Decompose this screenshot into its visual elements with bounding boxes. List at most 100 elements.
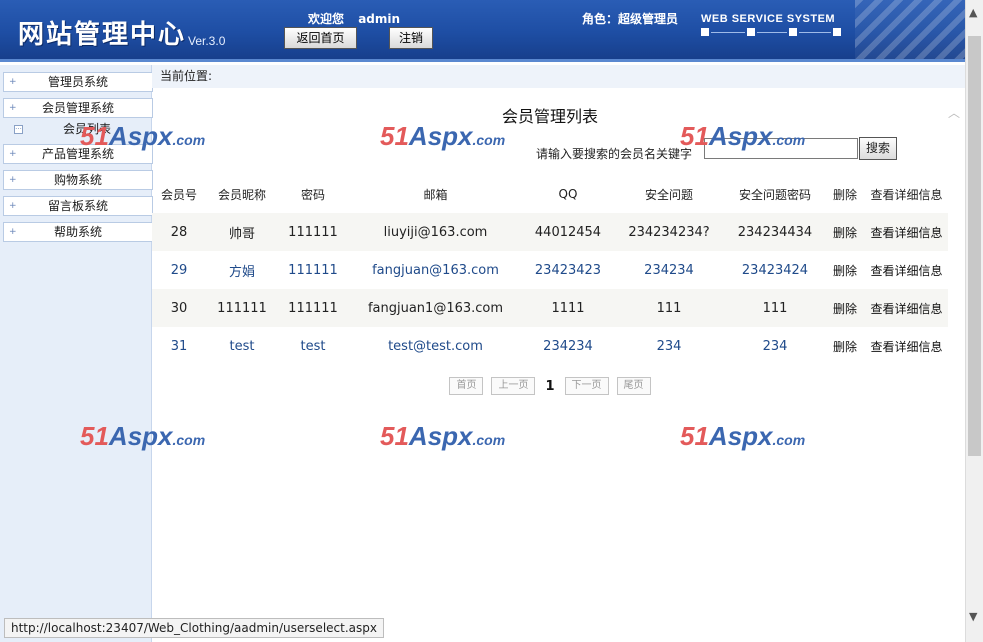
tree-node-icon: ··· — [14, 125, 23, 134]
logout-button[interactable]: 注销 — [389, 27, 433, 49]
cell-nickname: 111111 — [206, 289, 278, 327]
sidebar-item-members[interactable]: + 会员管理系统 — [3, 98, 153, 118]
column-header: QQ — [558, 187, 578, 201]
table-header-row: 会员号 会员昵称 密码 邮箱 QQ 安全问题 安全问题密码 删除 查看详细信息 — [152, 175, 948, 213]
column-header: 查看详细信息 — [870, 187, 943, 202]
column-header: 会员昵称 — [217, 187, 266, 202]
sidebar-item-label: 购物系统 — [53, 173, 102, 187]
cell-email: test@test.com — [348, 327, 523, 365]
column-header: 安全问题密码 — [738, 187, 811, 202]
status-bar-url: http://localhost:23407/Web_Clothing/aadm… — [4, 618, 384, 638]
next-page-button[interactable]: 下一页 — [564, 377, 609, 395]
sidebar-item-admin[interactable]: + 管理员系统 — [3, 72, 153, 92]
search-button[interactable]: 搜索 — [859, 137, 897, 160]
cell-id: 30 — [152, 289, 206, 327]
watermark: 51Aspx.com — [380, 421, 506, 451]
cell-nickname: test — [206, 327, 278, 365]
table-row: 31 test test test@test.com 234234 234 23… — [152, 327, 948, 365]
cell-email: fangjuan@163.com — [348, 251, 523, 289]
cell-id: 31 — [152, 327, 206, 365]
table-row: 28 帅哥 111111 liuyiji@163.com 44012454 23… — [152, 213, 948, 251]
sidebar-item-products[interactable]: + 产品管理系统 — [3, 144, 153, 164]
cell-nickname: 方娟 — [206, 251, 278, 289]
delete-link[interactable]: 删除 — [825, 327, 865, 365]
cell-answer: 234234434 — [725, 213, 825, 251]
scrollbar-thumb[interactable] — [968, 36, 981, 456]
cell-password: test — [278, 327, 348, 365]
prev-page-button[interactable]: 上一页 — [491, 377, 536, 395]
column-header: 密码 — [300, 187, 325, 202]
search-input[interactable] — [704, 138, 858, 159]
table-row: 30 111111 111111 fangjuan1@163.com 1111 … — [152, 289, 948, 327]
view-details-link[interactable]: 查看详细信息 — [865, 213, 948, 251]
cell-answer: 234 — [725, 327, 825, 365]
sidebar-item-label: 产品管理系统 — [41, 147, 114, 161]
welcome-text: 欢迎您 admin — [308, 10, 400, 27]
cell-answer: 111 — [725, 289, 825, 327]
version-label: Ver.3.0 — [188, 34, 226, 48]
cell-password: 111111 — [278, 251, 348, 289]
sidebar-item-guestbook[interactable]: + 留言板系统 — [3, 196, 153, 216]
sidebar-subitem-member-list[interactable]: ··· 会员列表 — [14, 120, 152, 138]
cell-id: 29 — [152, 251, 206, 289]
member-table: 会员号 会员昵称 密码 邮箱 QQ 安全问题 安全问题密码 删除 查看详细信息 … — [152, 175, 948, 365]
welcome-label: 欢迎您 — [308, 12, 345, 26]
home-button[interactable]: 返回首页 — [284, 27, 357, 49]
vertical-scrollbar[interactable]: ▲ ▼ — [965, 0, 983, 642]
delete-link[interactable]: 删除 — [825, 213, 865, 251]
last-page-button[interactable]: 尾页 — [616, 377, 651, 395]
table-row: 29 方娟 111111 fangjuan@163.com 23423423 2… — [152, 251, 948, 289]
sidebar-item-help[interactable]: + 帮助系统 — [3, 222, 153, 242]
header-banner: 网站管理中心 Ver.3.0 欢迎您 admin 返回首页 注销 角色：超级管理… — [0, 0, 965, 62]
sidebar-item-label: 会员列表 — [63, 122, 112, 136]
delete-link[interactable]: 删除 — [825, 289, 865, 327]
view-details-link[interactable]: 查看详细信息 — [865, 251, 948, 289]
inner-scroll-up-icon[interactable]: ︿ — [948, 104, 960, 121]
sidebar-item-label: 帮助系统 — [53, 225, 102, 239]
watermark: 51Aspx.com — [680, 421, 806, 451]
expand-icon: + — [9, 227, 17, 237]
keyboard-graphic — [855, 0, 965, 59]
view-details-link[interactable]: 查看详细信息 — [865, 327, 948, 365]
cell-qq: 234234 — [523, 327, 613, 365]
view-details-link[interactable]: 查看详细信息 — [865, 289, 948, 327]
breadcrumb: 当前位置: — [152, 65, 965, 88]
cell-question: 234 — [613, 327, 725, 365]
sidebar: + 管理员系统 + 会员管理系统 ··· 会员列表 + 产品管理系统 + 购物系统… — [0, 65, 153, 642]
cell-email: liuyiji@163.com — [348, 213, 523, 251]
current-page: 1 — [545, 378, 555, 394]
decorative-dots — [701, 28, 841, 36]
first-page-button[interactable]: 首页 — [449, 377, 484, 395]
column-header: 会员号 — [160, 187, 197, 202]
scroll-down-icon[interactable]: ▼ — [969, 610, 977, 623]
page-title: 会员管理列表 — [501, 107, 598, 126]
column-header: 邮箱 — [423, 187, 448, 202]
column-header: 删除 — [832, 187, 857, 202]
expand-icon: + — [9, 149, 17, 159]
cell-question: 234234234? — [613, 213, 725, 251]
cell-password: 111111 — [278, 213, 348, 251]
role-label: 角色：超级管理员 — [582, 12, 679, 26]
cell-qq: 23423423 — [523, 251, 613, 289]
system-name: WEB SERVICE SYSTEM — [701, 13, 836, 25]
cell-question: 234234 — [613, 251, 725, 289]
sidebar-item-shopping[interactable]: + 购物系统 — [3, 170, 153, 190]
sidebar-item-label: 留言板系统 — [47, 199, 108, 213]
expand-icon: + — [9, 103, 17, 113]
pagination: 首页 上一页 1 下一页 尾页 — [152, 377, 948, 397]
delete-link[interactable]: 删除 — [825, 251, 865, 289]
cell-question: 111 — [613, 289, 725, 327]
cell-nickname: 帅哥 — [206, 213, 278, 251]
cell-id: 28 — [152, 213, 206, 251]
sidebar-item-label: 管理员系统 — [47, 75, 108, 89]
cell-password: 111111 — [278, 289, 348, 327]
cell-answer: 23423424 — [725, 251, 825, 289]
search-label: 请输入要搜索的会员名关键字 — [536, 147, 693, 161]
cell-email: fangjuan1@163.com — [348, 289, 523, 327]
expand-icon: + — [9, 201, 17, 211]
cell-qq: 1111 — [523, 289, 613, 327]
column-header: 安全问题 — [644, 187, 693, 202]
sidebar-item-label: 会员管理系统 — [41, 101, 114, 115]
cell-qq: 44012454 — [523, 213, 613, 251]
scroll-up-icon[interactable]: ▲ — [969, 6, 977, 19]
